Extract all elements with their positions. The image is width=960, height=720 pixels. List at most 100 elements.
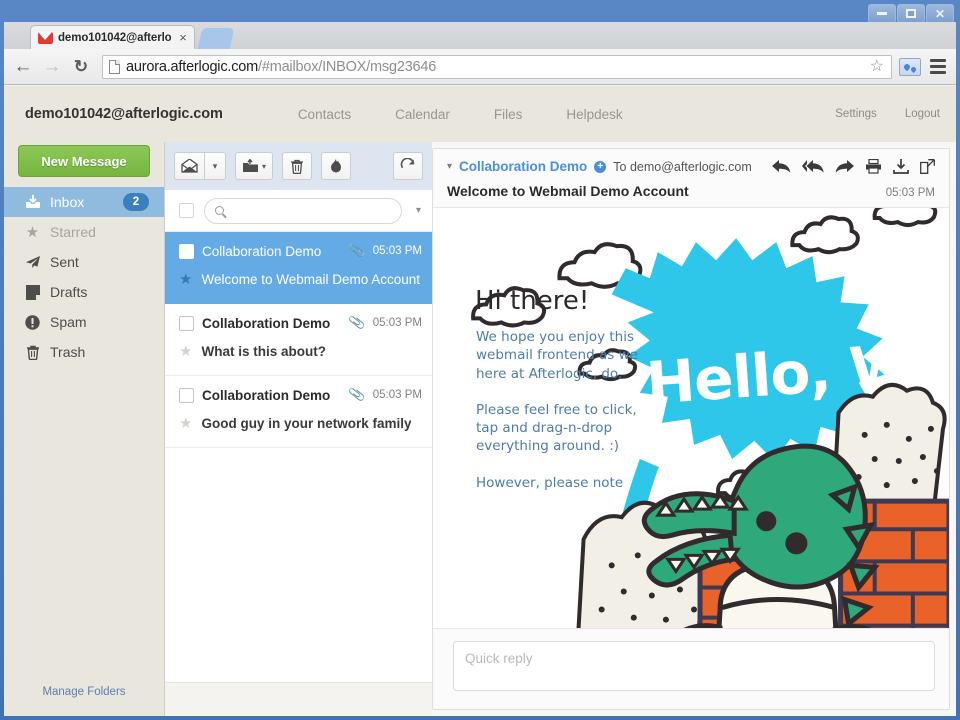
search-filter-caret-icon[interactable]: ▾ [412, 205, 425, 216]
sidebar-item-inbox[interactable]: Inbox 2 [4, 187, 164, 217]
download-icon[interactable] [893, 159, 909, 174]
forward-icon[interactable] [835, 159, 854, 174]
sidebar-item-sent[interactable]: Sent [4, 247, 164, 277]
nav-item-calendar[interactable]: Calendar [373, 107, 472, 122]
extension-icon[interactable] [899, 58, 921, 76]
message-time: 05:03 PM [373, 317, 422, 329]
sidebar-item-label: Spam [50, 314, 164, 330]
sidebar-item-drafts[interactable]: Drafts [4, 277, 164, 307]
mail-open-icon [181, 159, 198, 173]
webmail-app: demo101042@afterlogic.com Contacts Calen… [4, 86, 956, 716]
message-checkbox[interactable] [179, 388, 194, 403]
mark-read-dropdown-caret[interactable]: ▾ [204, 152, 226, 180]
browser-menu-icon[interactable] [928, 57, 948, 77]
nav-item-files[interactable]: Files [472, 107, 545, 122]
sidebar-item-label: Trash [50, 344, 164, 360]
message-time: 05:03 PM [373, 389, 422, 401]
browser-tab[interactable]: demo101042@afterlogic.c × [30, 25, 195, 49]
quick-reply-area [433, 628, 949, 709]
sidebar-item-label: Starred [50, 224, 164, 240]
add-contact-icon[interactable]: + [594, 161, 606, 173]
message-list-toolbar: ▾ ▾ [165, 142, 432, 190]
message-row-top: Collaboration Demo 📎 05:03 PM [179, 387, 422, 403]
browser-tabstrip: demo101042@afterlogic.c × [4, 22, 956, 49]
address-bar[interactable]: aurora.afterlogic.com/#mailbox/INBOX/msg… [102, 55, 892, 79]
nav-item-helpdesk[interactable]: Helpdesk [544, 107, 644, 122]
move-group: ▾ [235, 152, 273, 180]
forward-icon[interactable]: → [41, 56, 63, 78]
message-list-search-row: ▾ [165, 190, 432, 232]
sidebar-item-label: Drafts [50, 284, 164, 300]
message-sender: Collaboration Demo [202, 244, 341, 259]
message-checkbox[interactable] [179, 244, 194, 259]
message-row-bottom: ★ Welcome to Webmail Demo Account [179, 272, 422, 287]
message-list-item[interactable]: Collaboration Demo 📎 05:03 PM ★ Good guy… [165, 376, 432, 448]
bookmark-star-icon[interactable]: ☆ [867, 59, 887, 75]
message-list-column: ▾ ▾ [164, 142, 432, 716]
attachment-icon: 📎 [347, 242, 366, 261]
window-close-button[interactable]: ✕ [926, 4, 954, 23]
move-to-folder-button[interactable]: ▾ [235, 152, 273, 180]
sidebar-item-label: Sent [50, 254, 164, 270]
window-minimize-button[interactable] [868, 4, 896, 23]
message-body-text: We hope you enjoy this webmail frontend … [476, 328, 641, 510]
page-info-icon [109, 60, 120, 74]
quick-reply-input[interactable] [453, 641, 935, 691]
select-all-checkbox[interactable] [179, 203, 194, 218]
message-greeting: Hi there! [475, 286, 589, 316]
message-view-actions [772, 159, 935, 174]
open-in-new-window-icon[interactable] [920, 159, 935, 174]
browser-window: demo101042@afterlogic.c × ← → ↻ aurora.a… [4, 22, 956, 716]
sidebar: New Message Inbox 2 ★ Starred [4, 142, 164, 716]
message-paragraph: Please feel free to click, tap and drag-… [476, 401, 641, 456]
message-subject: Welcome to Webmail Demo Account [201, 272, 420, 287]
message-row-top: Collaboration Demo 📎 05:03 PM [179, 315, 422, 331]
send-icon [24, 255, 41, 269]
window-maximize-button[interactable] [897, 4, 925, 23]
message-list-item[interactable]: Collaboration Demo 📎 05:03 PM ★ Welcome … [165, 232, 432, 304]
reload-icon[interactable]: ↻ [70, 56, 92, 78]
search-input[interactable] [230, 203, 391, 219]
logout-link[interactable]: Logout [905, 108, 940, 120]
sidebar-item-starred[interactable]: ★ Starred [4, 217, 164, 247]
os-window: ✕ demo101042@afterlogic.c × ← → ↻ aurora… [0, 0, 960, 720]
settings-link[interactable]: Settings [835, 108, 877, 120]
search-icon [215, 206, 224, 215]
new-message-button[interactable]: New Message [18, 145, 150, 177]
message-view-recipient: To demo@afterlogic.com [613, 160, 751, 174]
back-icon[interactable]: ← [12, 56, 34, 78]
mark-read-group: ▾ [174, 152, 226, 180]
print-icon[interactable] [865, 159, 882, 174]
new-tab-button[interactable] [198, 28, 234, 49]
star-icon[interactable]: ★ [179, 344, 192, 359]
close-icon[interactable]: × [176, 31, 190, 44]
sidebar-item-trash[interactable]: Trash [4, 337, 164, 367]
message-checkbox[interactable] [179, 316, 194, 331]
mark-as-spam-button[interactable] [321, 152, 351, 180]
mark-as-read-button[interactable] [174, 152, 204, 180]
message-view-meta: ▾ Collaboration Demo + To demo@afterlogi… [447, 159, 935, 174]
reply-all-icon[interactable] [802, 159, 824, 174]
star-icon[interactable]: ★ [179, 272, 192, 287]
message-paragraph: However, please note [476, 474, 641, 492]
message-list-item[interactable]: Collaboration Demo 📎 05:03 PM ★ What is … [165, 304, 432, 376]
message-time: 05:03 PM [373, 245, 422, 257]
window-controls: ✕ [868, 4, 954, 23]
refresh-icon [400, 158, 416, 174]
manage-folders-link[interactable]: Manage Folders [4, 686, 164, 698]
app-header: demo101042@afterlogic.com Contacts Calen… [4, 86, 956, 142]
message-view-subject: Welcome to Webmail Demo Account [447, 183, 689, 199]
message-body: Hello, World! [433, 208, 949, 628]
reply-icon[interactable] [772, 159, 791, 174]
nav-item-contacts[interactable]: Contacts [276, 107, 373, 122]
refresh-button[interactable] [393, 152, 423, 180]
chevron-down-icon[interactable]: ▾ [447, 161, 452, 172]
inbox-unread-badge: 2 [123, 193, 149, 211]
sidebar-item-spam[interactable]: Spam [4, 307, 164, 337]
search-box[interactable] [204, 198, 402, 224]
spam-icon [24, 315, 41, 330]
move-dropdown-caret[interactable]: ▾ [262, 162, 266, 171]
delete-button[interactable] [282, 152, 312, 180]
star-icon[interactable]: ★ [179, 416, 192, 431]
message-view-sender[interactable]: Collaboration Demo [459, 159, 587, 174]
